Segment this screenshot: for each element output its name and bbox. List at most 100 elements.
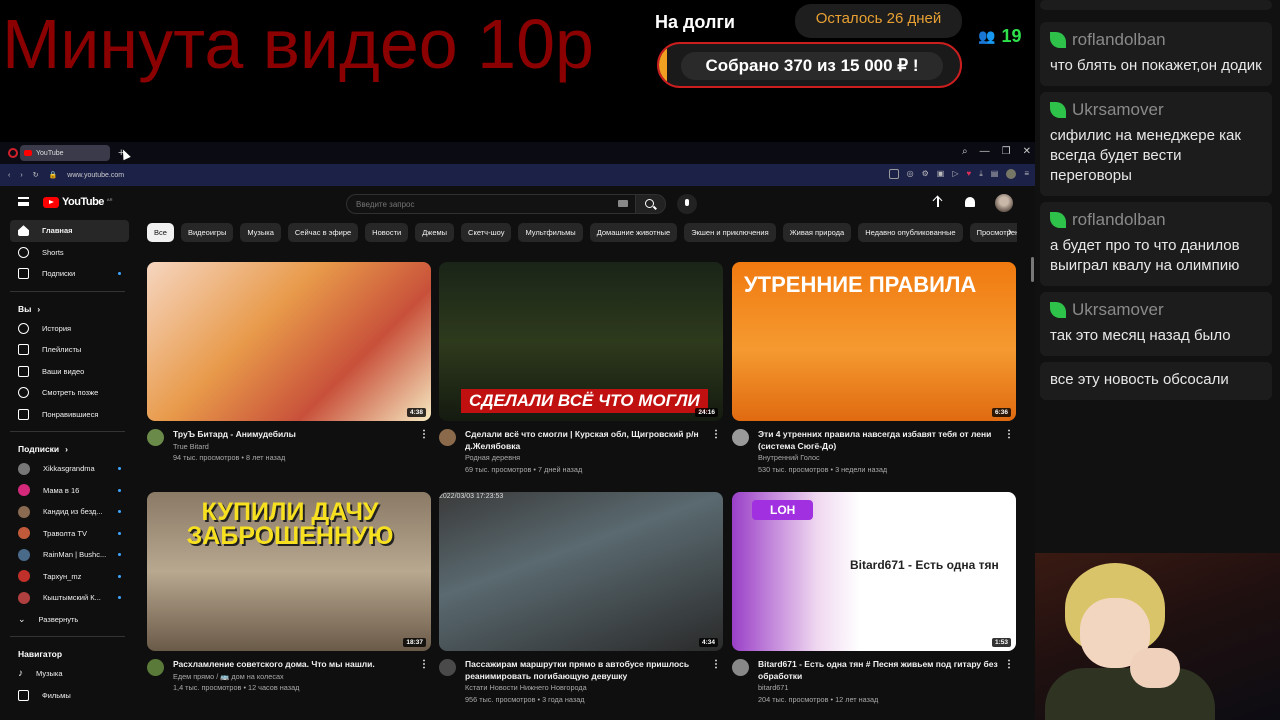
extension-icon[interactable] [888,169,899,179]
sidebar-item-films[interactable]: Фильмы [10,685,129,707]
channel-name[interactable]: True Bitard [173,441,413,453]
filter-chip[interactable]: Новости [365,223,409,242]
filter-chip[interactable]: Мультфильмы [518,223,583,242]
player-icon[interactable]: ▷ [952,169,958,179]
sidebar-item-subscriptions[interactable]: Подписки [10,263,129,285]
heart-icon[interactable]: ♥ [966,169,971,179]
video-card[interactable]: КУПИЛИ ДАЧУ ЗАБРОШЕННУЮ 18:37 Расхламление… [147,492,431,694]
filter-chip[interactable]: Домашние животные [589,223,678,242]
video-title[interactable]: Эти 4 утренних правила навсегда избавят … [758,429,998,452]
sidebar-item-home[interactable]: Главная [10,220,129,242]
video-card[interactable]: Bitard671 - Есть одна тян LOH 1:53 Bitard67… [732,492,1016,705]
video-card[interactable]: СДЕЛАЛИ ВСЁ ЧТО МОГЛИ 24:16 Сделали всё чт… [439,262,723,475]
more-options-icon[interactable]: ⋮ [419,659,429,670]
sidebar-item-expand[interactable]: ⌄ Развернуть [10,609,129,631]
video-thumbnail[interactable]: СДЕЛАЛИ ВСЁ ЧТО МОГЛИ 24:16 [439,262,723,421]
channel-name[interactable]: Едем прямо / 🚌 дом на колесах [173,671,413,683]
video-title[interactable]: ТруЪ Битард - Анимудебилы [173,429,413,441]
chips-next-chevron-icon[interactable]: › [1008,226,1012,238]
forward-icon[interactable]: › [20,172,22,179]
channel-name[interactable]: Внутренний Голос [758,452,998,464]
video-thumbnail[interactable]: 2022/03/03 17:23:53 4:34 [439,492,723,651]
more-options-icon[interactable]: ⋮ [1004,659,1014,670]
browser-tab-youtube[interactable]: YouTube [20,145,110,161]
video-thumbnail[interactable]: УТРЕННИЕ ПРАВИЛА 6:36 [732,262,1016,421]
video-thumbnail[interactable]: Bitard671 - Есть одна тян LOH 1:53 [732,492,1016,651]
channel-name[interactable]: Родная деревня [465,452,705,464]
sidebar-subscription-item[interactable]: Мама в 16 [10,480,129,502]
search-button[interactable] [636,194,666,214]
hamburger-menu-icon[interactable] [18,197,29,206]
download-icon[interactable]: ⤓ [979,169,983,179]
more-options-icon[interactable]: ⋮ [419,429,429,440]
more-options-icon[interactable]: ⋮ [711,659,721,670]
channel-name[interactable]: bitard671 [758,682,998,694]
channel-avatar[interactable] [439,659,456,676]
sidebar-item-watch-later[interactable]: Смотреть позже [10,382,129,404]
video-title[interactable]: Сделали всё что смогли | Курская обл, Щи… [465,429,705,452]
opera-logo-icon[interactable] [8,148,18,158]
video-card[interactable]: УТРЕННИЕ ПРАВИЛА 6:36 Эти 4 утренних прави… [732,262,1016,475]
voice-search-icon[interactable] [677,194,697,214]
channel-avatar[interactable] [732,659,749,676]
close-icon[interactable]: ✕ [1023,146,1031,157]
channel-avatar[interactable] [732,429,749,446]
page-scrollbar[interactable] [1030,257,1035,717]
sidebar-subscription-item[interactable]: Тархун_mz [10,566,129,588]
filter-chip[interactable]: Все [147,223,174,242]
url-text[interactable]: www.youtube.com [67,172,124,179]
video-card[interactable]: 4:38 ТруЪ Битард - Анимудебилы True Bitard… [147,262,431,464]
reload-icon[interactable]: ↻ [33,171,39,179]
video-thumbnail[interactable]: 4:38 [147,262,431,421]
filter-chip[interactable]: Недавно опубликованные [858,223,963,242]
sidebar-item-history[interactable]: История [10,318,129,340]
snapshot-icon[interactable]: ▣ [937,169,945,179]
scrollbar-thumb[interactable] [1031,257,1034,282]
video-title[interactable]: Расхламление советского дома. Что мы наш… [173,659,413,671]
filter-chip[interactable]: Сейчас в эфире [287,223,359,242]
search-tabs-icon[interactable]: ⌕ [962,146,968,157]
sidebar-subscription-item[interactable]: Xikkasgrandma [10,458,129,480]
back-icon[interactable]: ‹ [8,172,10,179]
upload-icon[interactable] [931,196,945,210]
sidebar-subscription-item[interactable]: Кандид из безд... [10,501,129,523]
filter-chip[interactable]: Видеоигры [180,223,234,242]
video-thumbnail[interactable]: КУПИЛИ ДАЧУ ЗАБРОШЕННУЮ 18:37 [147,492,431,651]
filter-chip[interactable]: Живая природа [782,223,852,242]
maximize-icon[interactable]: ❐ [1002,146,1011,157]
channel-avatar[interactable] [439,429,456,446]
sidebar-item-liked[interactable]: Понравившиеся [10,404,129,426]
filter-chip[interactable]: Скетч-шоу [461,223,512,242]
more-options-icon[interactable]: ⋮ [1004,429,1014,440]
channel-avatar[interactable] [147,429,164,446]
youtube-logo[interactable]: YouTube AR [43,196,112,208]
account-icon[interactable] [1006,169,1017,179]
sidebar-section-subscriptions[interactable]: Подписки › [0,436,135,458]
settings-icon[interactable]: ⚙ [922,169,929,179]
channel-avatar[interactable] [147,659,164,676]
sidebar-item-shorts[interactable]: Shorts [10,242,129,264]
camera-icon[interactable]: ◎ [907,169,914,179]
video-title[interactable]: Bitard671 - Есть одна тян # Песня живьем… [758,659,998,682]
minimize-icon[interactable]: — [980,146,990,157]
menu-icon[interactable]: ≡ [1024,169,1029,179]
more-options-icon[interactable]: ⋮ [711,429,721,440]
sidebar-section-you[interactable]: Вы › [0,296,135,318]
filter-chip[interactable]: Экшен и приключения [684,223,776,242]
notifications-bell-icon[interactable] [963,196,977,210]
sidebar-subscription-item[interactable]: RainMan | Bushc... [10,544,129,566]
profile-avatar[interactable] [995,194,1013,212]
sidebar-item-music[interactable]: ♪ Музыка [10,663,129,685]
sidebar-subscription-item[interactable]: Траволта TV [10,523,129,545]
filter-chip[interactable]: Джемы [415,223,455,242]
video-card[interactable]: 2022/03/03 17:23:53 4:34 Пассажирам маршру… [439,492,723,705]
channel-name[interactable]: Кстати Новости Нижнего Новгорода [465,682,705,694]
filter-chip[interactable]: Музыка [240,223,281,242]
video-title[interactable]: Пассажирам маршрутки прямо в автобусе пр… [465,659,705,682]
bag-icon[interactable]: ▤ [991,169,999,179]
keyboard-icon[interactable] [618,200,628,207]
sidebar-item-playlists[interactable]: Плейлисты [10,339,129,361]
sidebar-item-your-videos[interactable]: Ваши видео [10,361,129,383]
sidebar-subscription-item[interactable]: Кыштымский К... [10,587,129,609]
search-input[interactable] [346,194,636,214]
